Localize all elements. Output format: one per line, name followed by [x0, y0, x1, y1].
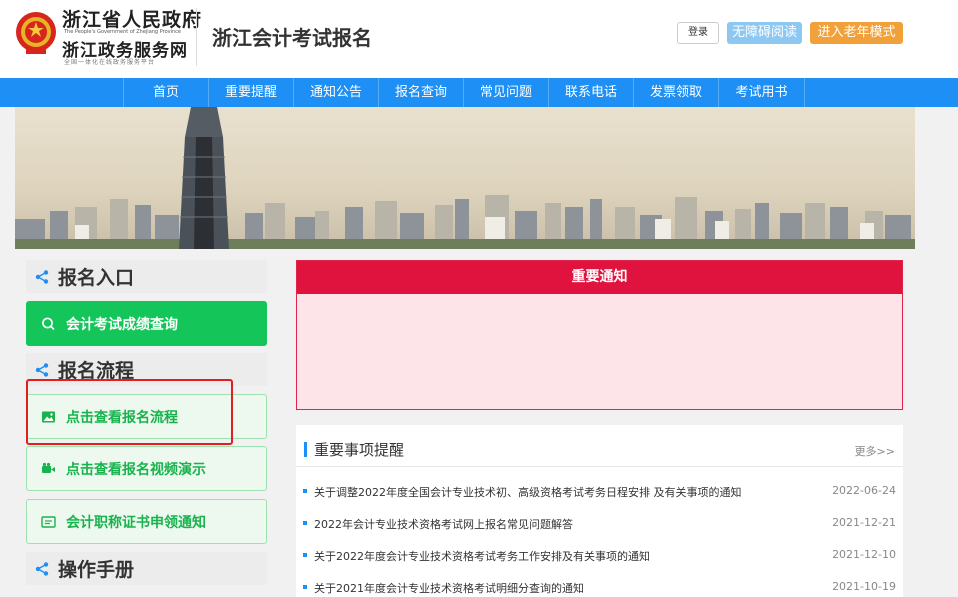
gov-title: 浙江省人民政府	[62, 9, 203, 31]
city-banner	[15, 107, 915, 249]
skyline-image	[15, 107, 915, 249]
accessibility-button[interactable]: 无障碍阅读	[727, 22, 802, 44]
login-button[interactable]: 登录	[677, 22, 719, 44]
list-item-title[interactable]: 2022年会计专业技术资格考试网上报名常见问题解答	[314, 516, 573, 532]
list-item-title[interactable]: 关于调整2022年度全国会计专业技术初、高级资格考试考务日程安排 及有关事项的通…	[314, 484, 742, 500]
nav-home[interactable]: 首页	[123, 78, 208, 107]
view-video-label: 点击查看报名视频演示	[66, 462, 206, 478]
list-item-date: 2021-12-21	[832, 516, 896, 529]
important-notice-panel: 重要通知	[296, 260, 903, 410]
nav-registration-query[interactable]: 报名查询	[378, 78, 463, 107]
share-icon	[35, 363, 49, 377]
matters-title-bar	[304, 442, 307, 457]
score-query-button[interactable]: 会计考试成绩查询	[26, 301, 267, 346]
search-icon	[42, 317, 55, 331]
list-item-title[interactable]: 关于2022年度会计专业技术资格考试考务工作安排及有关事项的通知	[314, 548, 650, 564]
highlight-annotation	[26, 379, 233, 445]
gov-slogan: 全国一体化在线政务服务平台	[64, 59, 156, 66]
nav-contact[interactable]: 联系电话	[548, 78, 633, 107]
cert-notice-button[interactable]: 会计职称证书申领通知	[26, 499, 267, 544]
notice-title: 重要通知	[297, 261, 902, 294]
list-item-date: 2022-06-24	[832, 484, 896, 497]
bullet-icon	[303, 489, 307, 493]
list-item[interactable]: 关于调整2022年度全国会计专业技术初、高级资格考试考务日程安排 及有关事项的通…	[296, 480, 903, 504]
cert-notice-label: 会计职称证书申领通知	[66, 515, 206, 531]
video-camera-icon	[42, 462, 55, 473]
bullet-icon	[303, 521, 307, 525]
list-item-title[interactable]: 关于2021年度会计专业技术资格考试明细分查询的通知	[314, 580, 584, 596]
header-divider	[196, 8, 197, 66]
national-emblem-icon	[16, 12, 56, 54]
list-item[interactable]: 关于2022年度会计专业技术资格考试考务工作安排及有关事项的通知 2021-12…	[296, 544, 903, 568]
bullet-icon	[303, 553, 307, 557]
list-item[interactable]: 2022年会计专业技术资格考试网上报名常见问题解答 2021-12-21	[296, 512, 903, 536]
more-link[interactable]: 更多>>	[855, 443, 895, 459]
nav-exam-books[interactable]: 考试用书	[718, 78, 805, 107]
site-header: 浙江省人民政府 The People's Government of Zheji…	[0, 0, 958, 78]
nav-invoice[interactable]: 发票领取	[633, 78, 718, 107]
section-entry-header: 报名入口	[26, 260, 267, 293]
section-manual-label: 操作手册	[58, 559, 135, 581]
view-video-button[interactable]: 点击查看报名视频演示	[26, 446, 267, 491]
main-nav: 首页 重要提醒 通知公告 报名查询 常见问题 联系电话 发票领取 考试用书	[0, 78, 958, 107]
matters-header: 重要事项提醒 更多>>	[296, 425, 903, 467]
score-query-label: 会计考试成绩查询	[66, 317, 178, 333]
section-manual-header: 操作手册	[26, 552, 267, 585]
bullet-icon	[303, 585, 307, 589]
nav-announcements[interactable]: 通知公告	[293, 78, 378, 107]
share-icon	[35, 270, 49, 284]
nav-reminders[interactable]: 重要提醒	[208, 78, 293, 107]
list-item[interactable]: 关于2021年度会计专业技术资格考试明细分查询的通知 2021-10-19	[296, 576, 903, 597]
gov-subtitle-en: The People's Government of Zhejiang Prov…	[64, 29, 181, 35]
nav-faq[interactable]: 常见问题	[463, 78, 548, 107]
site-title: 浙江会计考试报名	[212, 26, 372, 50]
list-item-date: 2021-10-19	[832, 580, 896, 593]
elder-mode-button[interactable]: 进入老年模式	[810, 22, 903, 44]
list-item-date: 2021-12-10	[832, 548, 896, 561]
matters-title: 重要事项提醒	[314, 441, 405, 459]
matters-panel: 重要事项提醒 更多>> 关于调整2022年度全国会计专业技术初、高级资格考试考务…	[296, 425, 903, 597]
share-icon	[35, 562, 49, 576]
certificate-icon	[41, 516, 56, 528]
section-entry-label: 报名入口	[58, 267, 135, 289]
